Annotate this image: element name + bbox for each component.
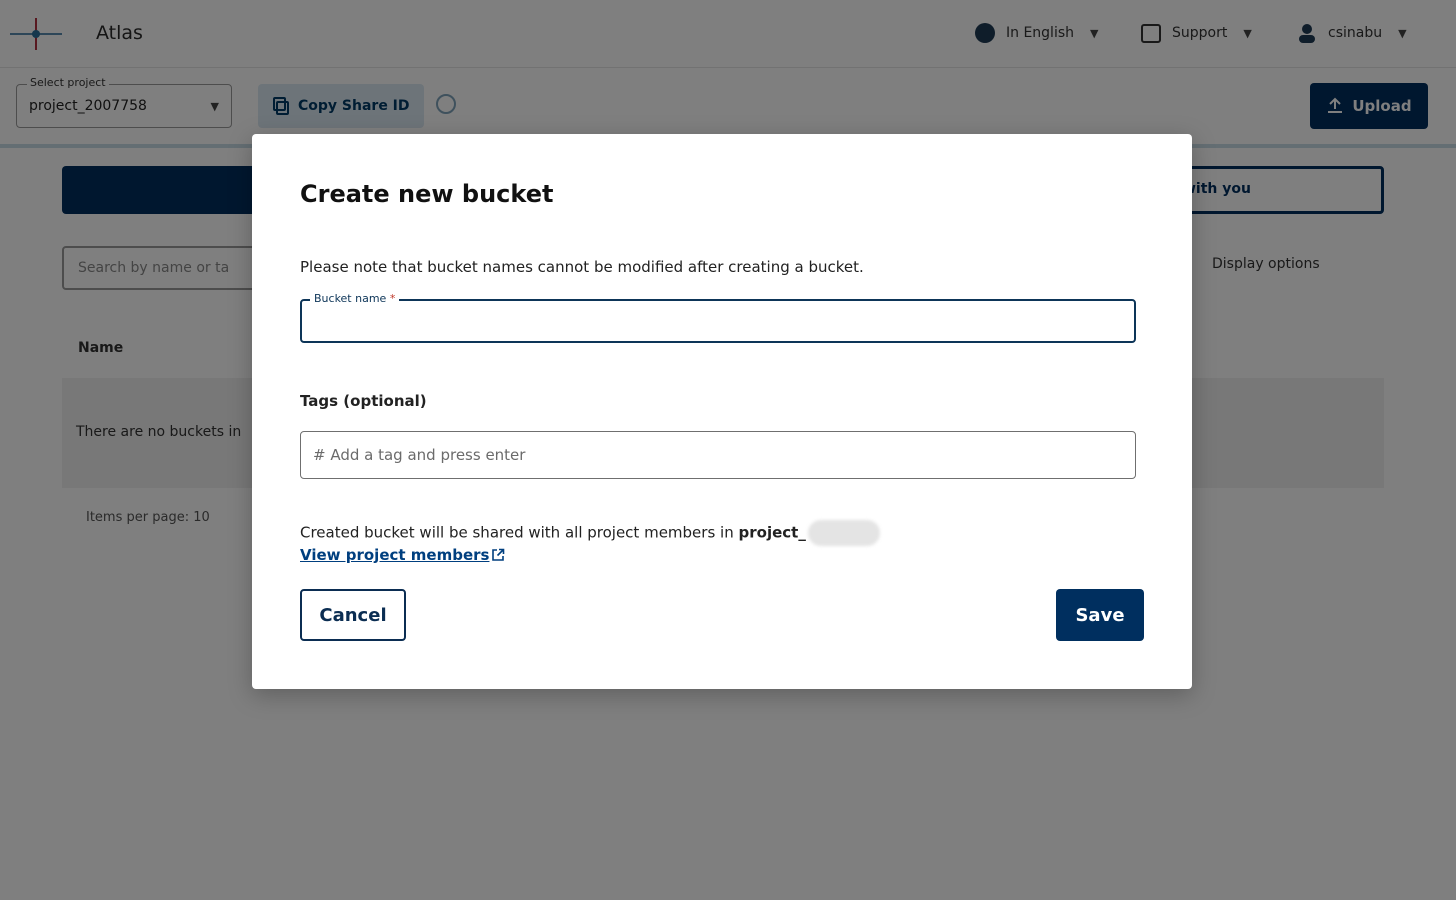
save-button[interactable]: Save (1056, 589, 1144, 641)
dialog-title: Create new bucket (300, 180, 554, 208)
tags-input[interactable] (301, 432, 1135, 478)
share-info: Created bucket will be shared with all p… (300, 520, 880, 546)
bucket-name-field: Bucket name * (300, 292, 1136, 343)
tags-field (300, 431, 1136, 479)
external-link-icon (492, 548, 505, 561)
create-bucket-dialog: Create new bucket Please note that bucke… (252, 134, 1192, 689)
tags-label: Tags (optional) (300, 392, 427, 410)
members-link-label: View project members (300, 546, 490, 564)
bucket-name-input[interactable] (302, 301, 1134, 341)
project-name: project_ (738, 523, 806, 542)
view-project-members-link[interactable]: View project members (300, 546, 505, 564)
redacted-project-id (807, 520, 880, 546)
cancel-button[interactable]: Cancel (300, 589, 406, 641)
share-text: Created bucket will be shared with all p… (300, 523, 734, 542)
dialog-note: Please note that bucket names cannot be … (300, 258, 864, 276)
